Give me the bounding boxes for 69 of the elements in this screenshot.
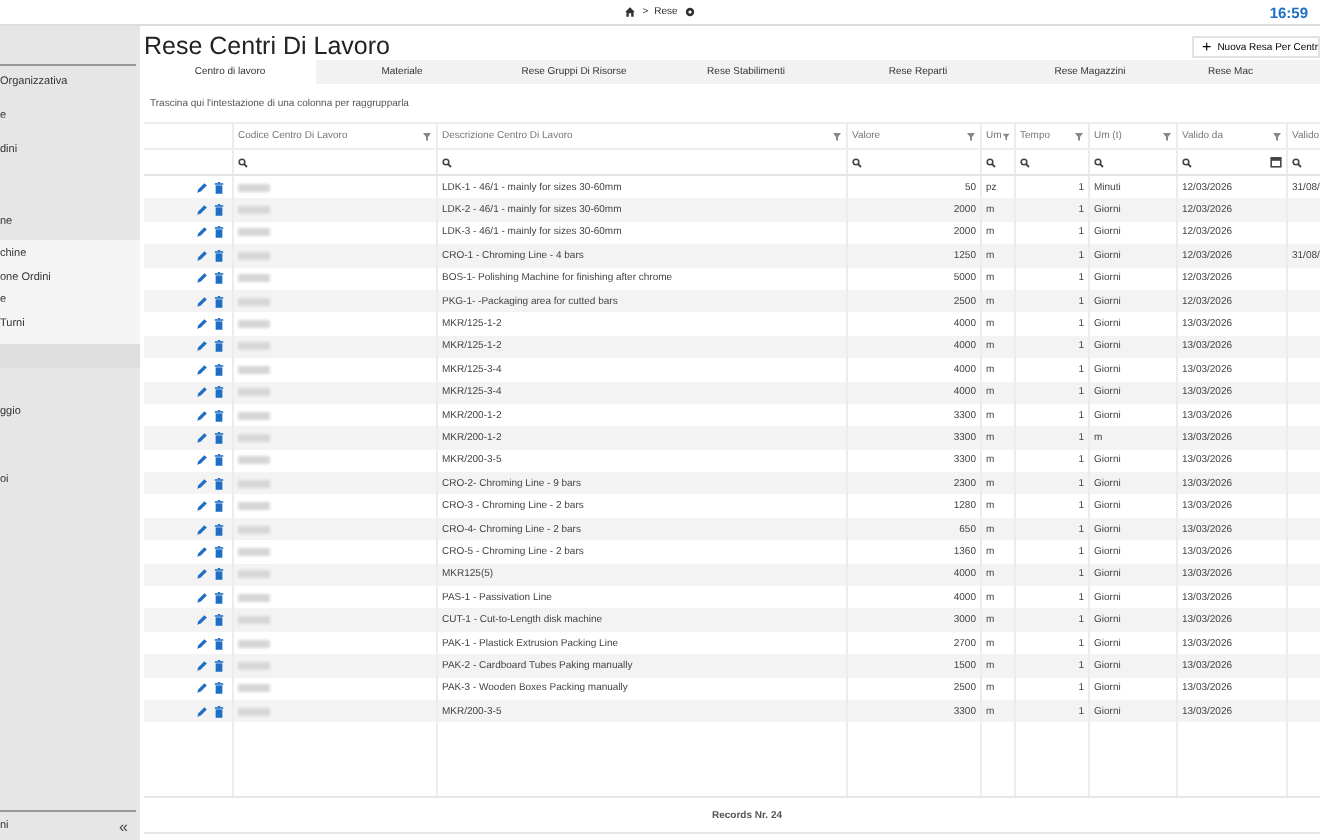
redacted-text	[238, 342, 270, 351]
delete-icon[interactable]	[214, 363, 224, 376]
redacted-text	[238, 228, 270, 237]
filter-icon[interactable]	[966, 131, 976, 141]
redacted-text	[238, 616, 270, 625]
delete-icon[interactable]	[214, 295, 224, 308]
search-icon	[1020, 157, 1030, 167]
redacted-text	[238, 684, 270, 693]
delete-icon[interactable]	[214, 454, 224, 467]
delete-icon[interactable]	[214, 705, 224, 718]
delete-icon[interactable]	[214, 318, 224, 331]
delete-icon[interactable]	[214, 340, 224, 353]
delete-icon[interactable]	[214, 181, 224, 194]
delete-icon[interactable]	[214, 477, 224, 490]
redacted-text	[238, 661, 270, 670]
page-title: Rese Centri Di Lavoro	[144, 32, 390, 60]
filter-icon[interactable]	[1074, 131, 1084, 141]
delete-icon[interactable]	[214, 226, 224, 239]
search-icon	[986, 157, 996, 167]
delete-icon[interactable]	[214, 409, 224, 422]
filter-icon[interactable]	[1162, 131, 1172, 141]
delete-icon[interactable]	[214, 500, 224, 513]
filter-field[interactable]	[1176, 150, 1286, 174]
redacted-text	[238, 639, 270, 647]
search-icon	[238, 157, 248, 167]
delete-icon[interactable]	[214, 386, 224, 399]
home-icon[interactable]	[624, 6, 637, 18]
redacted-text	[238, 593, 270, 602]
filter-icon[interactable]	[422, 131, 432, 141]
redacted-text	[238, 502, 270, 511]
delete-icon[interactable]	[214, 614, 224, 627]
redacted-text	[238, 547, 270, 556]
redacted-text	[238, 411, 270, 420]
calendar-icon[interactable]	[1270, 156, 1282, 168]
redacted-text	[238, 525, 270, 534]
delete-icon[interactable]	[214, 682, 224, 695]
delete-icon[interactable]	[214, 272, 224, 285]
delete-icon[interactable]	[214, 204, 224, 217]
redacted-text	[238, 206, 270, 215]
filter-icon[interactable]	[1272, 131, 1282, 141]
search-icon	[1182, 157, 1192, 167]
delete-icon[interactable]	[214, 591, 224, 604]
search-icon	[852, 157, 862, 167]
redacted-text	[238, 274, 270, 283]
redacted-text	[238, 570, 270, 579]
delete-icon[interactable]	[214, 431, 224, 444]
redacted-text	[238, 320, 270, 329]
redacted-text	[238, 183, 270, 192]
filter-icon[interactable]	[832, 131, 842, 141]
collapse-button[interactable]: «	[119, 817, 136, 835]
delete-icon[interactable]	[214, 659, 224, 672]
search-icon	[442, 157, 452, 167]
search-icon	[1094, 157, 1104, 167]
delete-icon[interactable]	[214, 249, 224, 262]
search-icon	[1292, 157, 1302, 167]
delete-icon[interactable]	[214, 637, 224, 649]
settings-icon[interactable]	[683, 6, 696, 18]
redacted-text	[238, 479, 270, 488]
redacted-text	[238, 365, 270, 374]
redacted-text	[238, 297, 270, 306]
delete-icon[interactable]	[214, 523, 224, 536]
delete-icon[interactable]	[214, 568, 224, 581]
filter-icon[interactable]	[1001, 131, 1010, 141]
redacted-text	[238, 456, 270, 465]
redacted-text	[238, 251, 270, 260]
redacted-text	[238, 388, 270, 397]
redacted-text	[238, 707, 270, 716]
redacted-text	[238, 433, 270, 442]
delete-icon[interactable]	[214, 545, 224, 558]
